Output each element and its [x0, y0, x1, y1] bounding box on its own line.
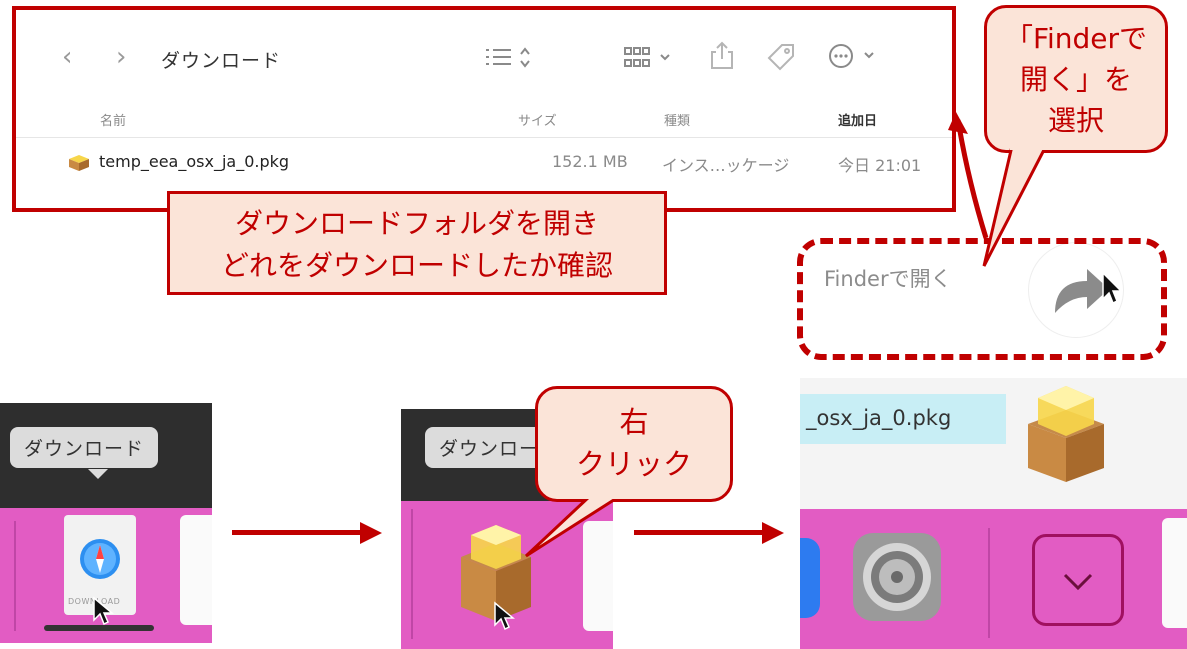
right-click-callout-tail	[524, 494, 626, 558]
callout-tails	[524, 112, 1050, 558]
open-in-finder-callout-tail	[982, 144, 1049, 267]
connector-line	[955, 119, 989, 239]
connector-arrow-head	[948, 112, 968, 134]
